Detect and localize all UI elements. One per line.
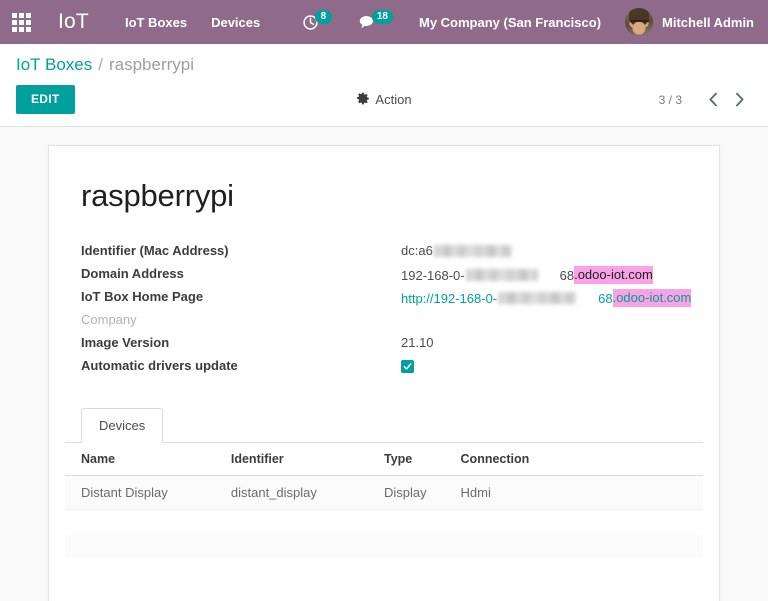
action-menu-label: Action	[375, 92, 411, 107]
devices-table-body: Distant Display distant_display Display …	[65, 476, 703, 601]
value-suffix: 68	[560, 268, 574, 283]
chevron-left-icon[interactable]	[700, 87, 726, 113]
menu-item-iot-boxes[interactable]: IoT Boxes	[125, 15, 187, 30]
breadcrumb-item-iot-boxes[interactable]: IoT Boxes	[16, 55, 92, 75]
breadcrumb-separator: /	[98, 55, 103, 75]
column-header-connection[interactable]: Connection	[461, 443, 703, 476]
field-value: 192-168-0- 68.odoo-iot.com	[401, 263, 653, 284]
table-empty-row	[65, 510, 703, 534]
value-suffix: 68	[598, 291, 612, 306]
avatar	[625, 8, 653, 36]
messaging-menu-button[interactable]: 18	[358, 14, 393, 31]
field-label: IoT Box Home Page	[81, 286, 401, 304]
form-sheet: raspberrypi Identifier (Mac Address) dc:…	[48, 145, 720, 601]
field-domain-address: Domain Address 192-168-0- 68.odoo-iot.com	[81, 263, 703, 286]
table-header-row: Name Identifier Type Connection	[65, 443, 703, 476]
breadcrumb: IoT Boxes / raspberrypi	[16, 44, 752, 78]
field-label: Automatic drivers update	[81, 355, 401, 373]
devices-table-header: Name Identifier Type Connection	[65, 443, 703, 476]
control-panel: IoT Boxes / raspberrypi EDIT Action 3 / …	[0, 44, 768, 127]
field-value: dc:a6	[401, 240, 512, 258]
table-empty-row	[65, 558, 703, 582]
field-label: Image Version	[81, 332, 401, 350]
value-prefix: 192-168-0-	[401, 268, 465, 283]
company-switcher[interactable]: My Company (San Francisco)	[419, 15, 601, 30]
activity-counter-badge: 8	[315, 10, 332, 24]
chevron-right-icon[interactable]	[726, 87, 752, 113]
username-label: Mitchell Admin	[662, 15, 754, 30]
table-empty-row	[65, 582, 703, 601]
column-header-type[interactable]: Type	[384, 443, 461, 476]
navbar-menu: IoT Boxes Devices	[125, 15, 260, 30]
user-menu[interactable]: Mitchell Admin	[625, 8, 754, 36]
action-menu-button[interactable]: Action	[356, 92, 411, 108]
notebook: Devices Name Identifier Type Connection …	[65, 408, 703, 601]
field-image-version: Image Version 21.10	[81, 332, 703, 355]
field-group: Identifier (Mac Address) dc:a6 Domain Ad…	[65, 214, 703, 378]
redacted-block	[434, 245, 512, 257]
activity-menu-button[interactable]: 8	[302, 14, 332, 31]
tab-devices[interactable]: Devices	[81, 408, 163, 443]
field-label: Identifier (Mac Address)	[81, 240, 401, 258]
cell-name: Distant Display	[65, 476, 231, 510]
apps-grid-icon[interactable]	[6, 7, 36, 37]
top-navbar: IoT IoT Boxes Devices 8 18 My Comp	[0, 0, 768, 44]
form-view-container: raspberrypi Identifier (Mac Address) dc:…	[0, 127, 768, 601]
table-empty-row	[65, 534, 703, 558]
field-company: Company	[81, 309, 703, 332]
control-panel-buttons: EDIT Action 3 / 3	[16, 78, 752, 126]
pager: 3 / 3	[659, 87, 752, 113]
messaging-counter-badge: 18	[372, 10, 393, 24]
gear-icon	[356, 92, 369, 108]
column-header-identifier[interactable]: Identifier	[231, 443, 384, 476]
cell-identifier: distant_display	[231, 476, 384, 510]
field-value: 21.10	[401, 332, 434, 350]
field-automatic-drivers-update: Automatic drivers update	[81, 355, 703, 378]
pager-counter: 3 / 3	[659, 93, 682, 107]
field-value-link[interactable]: http://192-168-0- 68.odoo-iot.com	[401, 286, 691, 307]
menu-item-devices[interactable]: Devices	[211, 15, 260, 30]
devices-table: Name Identifier Type Connection Distant …	[65, 443, 703, 601]
redacted-block	[498, 292, 576, 304]
highlighted-domain: .odoo-iot.com	[574, 266, 653, 284]
highlighted-domain: .odoo-iot.com	[613, 289, 692, 307]
value-prefix: http://192-168-0-	[401, 291, 497, 306]
field-label: Company	[81, 309, 401, 327]
app-brand-name[interactable]: IoT	[58, 10, 89, 34]
cell-connection: Hdmi	[461, 476, 703, 510]
automatic-drivers-update-checkbox[interactable]	[401, 360, 414, 373]
table-row[interactable]: Distant Display distant_display Display …	[65, 476, 703, 510]
field-identifier-mac-address: Identifier (Mac Address) dc:a6	[81, 240, 703, 263]
redacted-block	[466, 269, 538, 281]
navbar-right-section: 8 18 My Company (San Francisco) Mitchell…	[302, 8, 754, 36]
page-title: raspberrypi	[65, 170, 703, 214]
field-label: Domain Address	[81, 263, 401, 281]
edit-button[interactable]: EDIT	[16, 85, 75, 114]
notebook-tabs: Devices	[65, 408, 703, 443]
field-value	[401, 355, 414, 373]
breadcrumb-item-current: raspberrypi	[109, 55, 194, 75]
value-prefix: dc:a6	[401, 243, 433, 258]
field-iot-box-home-page: IoT Box Home Page http://192-168-0- 68.od…	[81, 286, 703, 309]
column-header-name[interactable]: Name	[65, 443, 231, 476]
cell-type: Display	[384, 476, 461, 510]
